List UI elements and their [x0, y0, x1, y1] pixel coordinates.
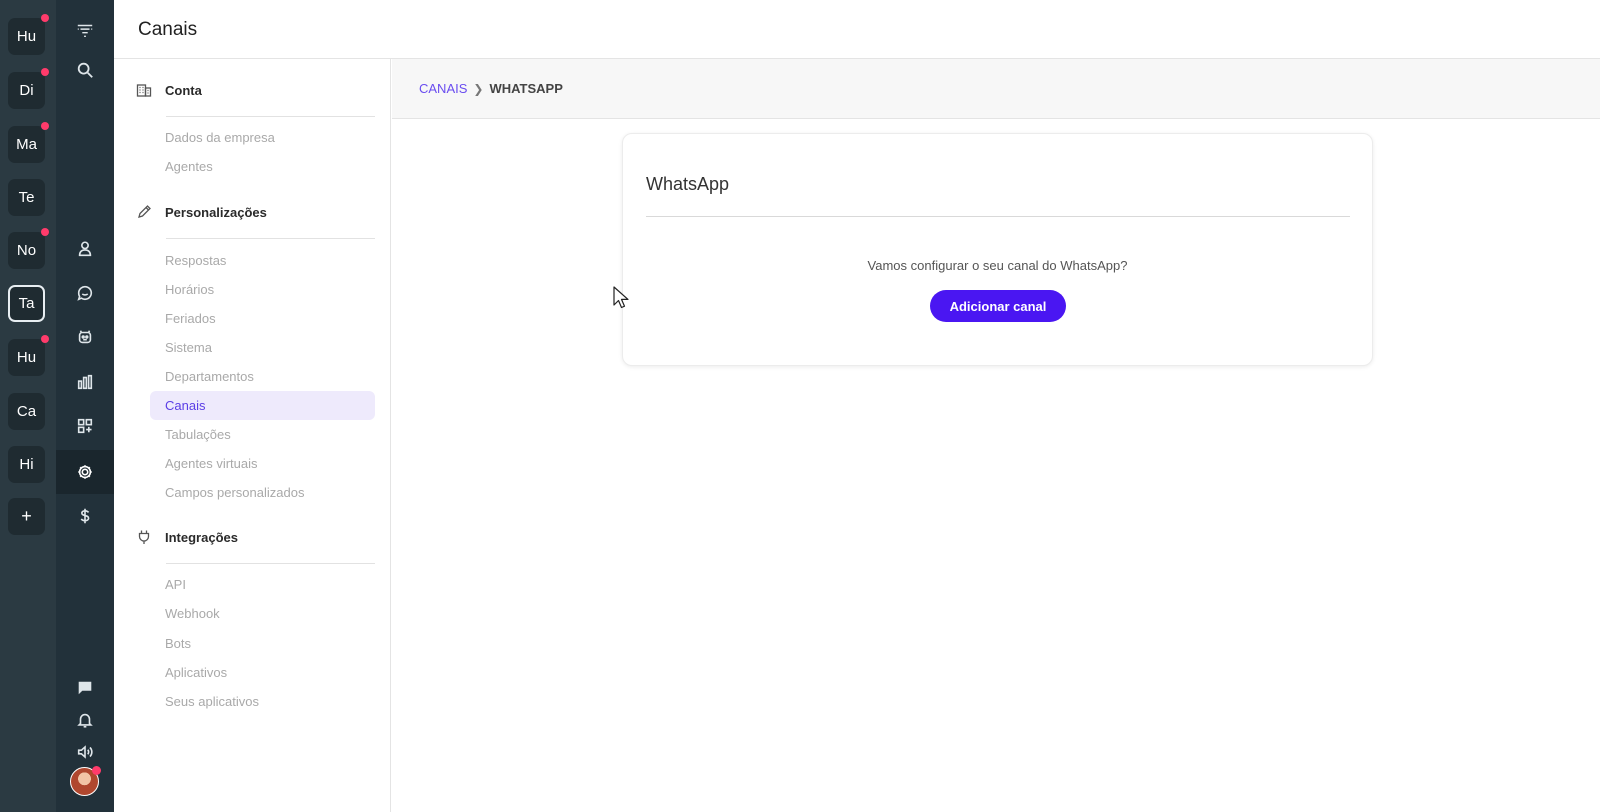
breadcrumb-current: WHATSAPP	[489, 81, 563, 96]
workspace-hu[interactable]: Hu	[8, 14, 49, 55]
page-title: Canais	[138, 19, 198, 40]
user-avatar[interactable]	[70, 766, 101, 796]
notification-dot	[41, 14, 49, 22]
workspace-te[interactable]: Te	[8, 179, 45, 216]
notification-dot	[41, 68, 49, 76]
section-integracoes: Integrações	[136, 525, 389, 549]
notification-dot	[41, 122, 49, 130]
whatsapp-card: WhatsApp Vamos configurar o seu canal do…	[622, 133, 1373, 366]
sidebar-item-bots[interactable]: Bots	[150, 629, 375, 658]
notification-dot	[92, 766, 101, 775]
card-title: WhatsApp	[646, 174, 730, 194]
settings-icon[interactable]	[56, 450, 114, 494]
section-header: Integrações	[136, 525, 389, 549]
building-icon	[136, 84, 152, 97]
chevron-right-icon: ❯	[473, 81, 484, 96]
workspace-no[interactable]: No	[8, 228, 49, 269]
icon-navigation	[56, 0, 114, 812]
pencil-icon	[138, 205, 151, 218]
chat-support-icon[interactable]	[56, 271, 114, 315]
setup-message: Vamos configurar o seu canal do WhatsApp…	[867, 258, 1128, 273]
sidebar-item-tabulacoes[interactable]: Tabulações	[150, 420, 375, 449]
contacts-icon[interactable]	[56, 227, 114, 271]
apps-icon[interactable]	[56, 404, 114, 448]
reports-icon[interactable]	[56, 360, 114, 404]
sidebar-item-canais[interactable]: Canais	[150, 391, 375, 420]
sidebar-item-agentes[interactable]: Agentes	[150, 152, 375, 181]
divider	[166, 238, 375, 239]
sidebar-item-campos-personalizados[interactable]: Campos personalizados	[150, 478, 375, 507]
sidebar-item-sistema[interactable]: Sistema	[150, 333, 375, 362]
section-header: Conta	[136, 78, 389, 102]
breadcrumb: CANAIS ❯ WHATSAPP	[392, 59, 1600, 119]
settings-sidebar: Conta Dados da empresa Agentes Personali…	[114, 59, 391, 812]
workspace-ma[interactable]: Ma	[8, 122, 49, 163]
add-workspace-button[interactable]: +	[8, 498, 45, 535]
sidebar-item-feriados[interactable]: Feriados	[150, 304, 375, 333]
notification-dot	[41, 228, 49, 236]
workspace-hi[interactable]: Hi	[8, 446, 45, 483]
billing-icon[interactable]	[56, 494, 114, 538]
divider	[166, 116, 375, 117]
sidebar-item-departamentos[interactable]: Departamentos	[150, 362, 375, 391]
notification-dot	[41, 335, 49, 343]
section-conta: Conta	[136, 78, 389, 102]
logo-icon[interactable]	[56, 8, 114, 52]
plug-icon	[138, 530, 150, 544]
sidebar-item-agentes-virtuais[interactable]: Agentes virtuais	[150, 449, 375, 478]
add-channel-button[interactable]: Adicionar canal	[930, 290, 1066, 322]
workspace-rail: Hu Di Ma Te No Ta Hu Ca Hi +	[0, 0, 56, 812]
sidebar-item-api[interactable]: API	[150, 570, 375, 599]
workspace-ta[interactable]: Ta	[8, 285, 45, 322]
sidebar-item-webhook[interactable]: Webhook	[150, 599, 375, 628]
top-header: Canais	[114, 0, 1600, 59]
bot-icon[interactable]	[56, 315, 114, 359]
workspace-hu-2[interactable]: Hu	[8, 335, 49, 376]
sidebar-item-respostas[interactable]: Respostas	[150, 246, 375, 275]
workspace-di[interactable]: Di	[8, 68, 49, 109]
section-header: Personalizações	[136, 200, 389, 224]
search-icon[interactable]	[56, 48, 114, 92]
workspace-ca[interactable]: Ca	[8, 393, 45, 430]
mouse-cursor-icon	[613, 286, 629, 309]
sidebar-item-seus-aplicativos[interactable]: Seus aplicativos	[150, 687, 375, 716]
sidebar-item-horarios[interactable]: Horários	[150, 275, 375, 304]
card-divider	[646, 216, 1350, 217]
section-personalizacoes: Personalizações	[136, 200, 389, 224]
sidebar-item-aplicativos[interactable]: Aplicativos	[150, 658, 375, 687]
divider	[166, 563, 375, 564]
sidebar-item-dados-da-empresa[interactable]: Dados da empresa	[150, 123, 375, 152]
breadcrumb-canais-link[interactable]: CANAIS	[419, 81, 467, 96]
